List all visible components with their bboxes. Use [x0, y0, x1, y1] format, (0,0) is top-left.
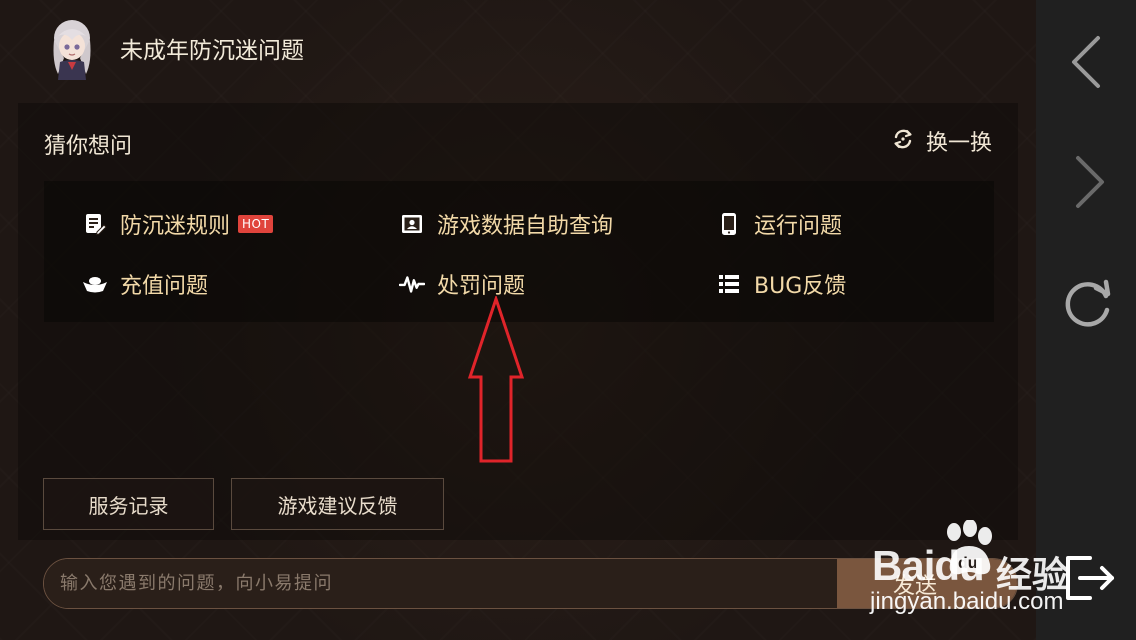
chat-input-bar: 发送	[43, 558, 1018, 609]
forward-button[interactable]	[1060, 154, 1116, 210]
phone-icon	[716, 211, 742, 237]
reload-icon	[1060, 279, 1116, 334]
refresh-suggestions-button[interactable]: 换一换	[892, 125, 992, 157]
hot-badge: HOT	[238, 215, 274, 233]
id-card-icon	[399, 211, 425, 237]
page-title: 未成年防沉迷问题	[120, 38, 304, 64]
refresh-label: 换一换	[925, 131, 992, 156]
header: 未成年防沉迷问题	[16, 0, 1018, 100]
question-game-data-self-query[interactable]: 游戏数据自助查询	[399, 206, 613, 242]
chevron-right-icon	[1060, 156, 1116, 214]
avatar	[48, 18, 96, 80]
exit-button[interactable]	[1060, 550, 1116, 606]
question-bug-feedback[interactable]: BUG反馈	[716, 266, 846, 302]
game-suggestions-button[interactable]: 游戏建议反馈	[231, 478, 444, 530]
question-label: 防沉迷规则	[120, 214, 231, 239]
question-runtime-issues[interactable]: 运行问题	[716, 206, 842, 242]
back-button[interactable]	[1060, 34, 1116, 90]
question-label: 游戏数据自助查询	[437, 214, 614, 239]
reload-button[interactable]	[1060, 274, 1116, 330]
service-records-button[interactable]: 服务记录	[43, 478, 214, 530]
question-input[interactable]	[44, 559, 837, 608]
question-label: BUG反馈	[754, 274, 847, 299]
question-recharge-issues[interactable]: 充值问题	[82, 266, 208, 302]
list-icon	[716, 271, 742, 297]
refresh-icon	[892, 128, 914, 154]
gold-ingot-icon	[82, 271, 108, 297]
pulse-icon	[399, 271, 425, 297]
chevron-left-icon	[1060, 36, 1116, 94]
question-label: 充值问题	[120, 274, 209, 299]
send-button[interactable]: 发送	[837, 559, 1017, 608]
document-edit-icon	[82, 211, 108, 237]
exit-icon	[1060, 556, 1116, 610]
panel-title: 猜你想问	[44, 134, 133, 159]
question-anti-addiction-rules[interactable]: 防沉迷规则 HOT	[82, 206, 274, 242]
question-label: 运行问题	[754, 214, 843, 239]
red-arrow-annotation	[466, 294, 526, 464]
